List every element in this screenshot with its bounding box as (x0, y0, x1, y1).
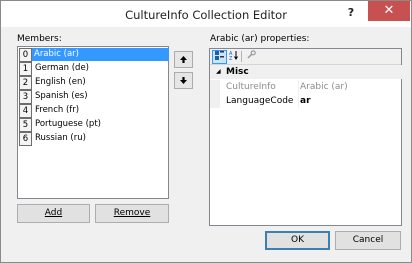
property-row[interactable]: LanguageCode ar (210, 94, 401, 108)
categorized-button[interactable] (212, 50, 227, 64)
list-item-label: Russian (ru) (35, 133, 86, 143)
list-item-index: 6 (19, 132, 32, 146)
list-item-label: Portuguese (pt) (35, 119, 101, 129)
alphabetical-icon: AZ (229, 51, 238, 62)
list-item-index: 4 (19, 104, 32, 118)
properties-label: Arabic (ar) properties: (210, 34, 310, 44)
property-row[interactable]: CultureInfo Arabic (ar) (210, 80, 401, 94)
list-item[interactable]: 2 English (en) (19, 76, 167, 90)
list-item-label: English (en) (35, 77, 86, 87)
list-item[interactable]: 1 German (de) (19, 62, 167, 76)
list-item[interactable]: 4 French (fr) (19, 104, 167, 118)
remove-button-label: Remove (113, 208, 151, 218)
help-button[interactable]: ? (344, 6, 358, 20)
add-button[interactable]: Add (17, 204, 90, 223)
grid-gutter (210, 80, 220, 94)
category-row[interactable]: ◢ Misc (210, 65, 407, 79)
list-item[interactable]: 3 Spanish (es) (19, 90, 167, 104)
categorized-icon (215, 51, 224, 60)
list-item[interactable]: 0 Arabic (ar) (19, 48, 169, 62)
property-name: CultureInfo (226, 82, 276, 92)
list-item-index: 0 (19, 48, 32, 62)
alphabetical-button[interactable]: AZ (227, 50, 240, 62)
category-name: Misc (226, 67, 249, 77)
column-divider (298, 94, 299, 108)
cancel-button[interactable]: Cancel (335, 231, 401, 250)
collapse-icon[interactable]: ◢ (216, 65, 221, 79)
category-header[interactable]: ◢ Misc (216, 65, 407, 79)
list-item[interactable]: 6 Russian (ru) (19, 132, 167, 146)
list-item-index: 1 (19, 62, 32, 76)
list-item-label: Arabic (ar) (32, 48, 169, 61)
list-item-label: French (fr) (35, 105, 80, 115)
remove-button[interactable]: Remove (95, 204, 169, 223)
list-item-label: German (de) (35, 63, 89, 73)
property-pages-icon (247, 50, 256, 59)
up-arrow-icon (180, 56, 187, 63)
move-down-button[interactable] (174, 72, 193, 89)
property-value: Arabic (ar) (300, 82, 348, 92)
grid-gutter (210, 94, 220, 108)
list-item-index: 5 (19, 118, 32, 132)
property-pages-button[interactable] (245, 50, 258, 62)
list-item-label: Spanish (es) (35, 91, 88, 101)
members-label: Members: (17, 34, 62, 44)
title-bar: CultureInfo Collection Editor ? ✕ (1, 1, 411, 27)
property-grid[interactable]: AZ ◢ Misc CultureInfo Arabic (ar) Langua… (209, 48, 407, 226)
list-item-index: 2 (19, 76, 32, 90)
toolbar-separator (241, 51, 242, 62)
svg-text:Z: Z (229, 56, 233, 60)
close-button[interactable]: ✕ (368, 1, 410, 21)
list-item-index: 3 (19, 90, 32, 104)
members-list[interactable]: 0 Arabic (ar) 1 German (de) 2 English (e… (17, 46, 169, 199)
down-arrow-icon (180, 77, 187, 84)
property-grid-toolbar: AZ (210, 49, 401, 65)
column-divider (298, 80, 299, 94)
move-up-button[interactable] (174, 51, 193, 68)
property-value-field[interactable]: ar (300, 94, 311, 108)
list-item[interactable]: 5 Portuguese (pt) (19, 118, 167, 132)
add-button-label: Add (44, 208, 63, 218)
ok-button[interactable]: OK (265, 231, 330, 250)
property-name: LanguageCode (226, 96, 294, 106)
collection-editor-window: CultureInfo Collection Editor ? ✕ Member… (0, 0, 412, 263)
